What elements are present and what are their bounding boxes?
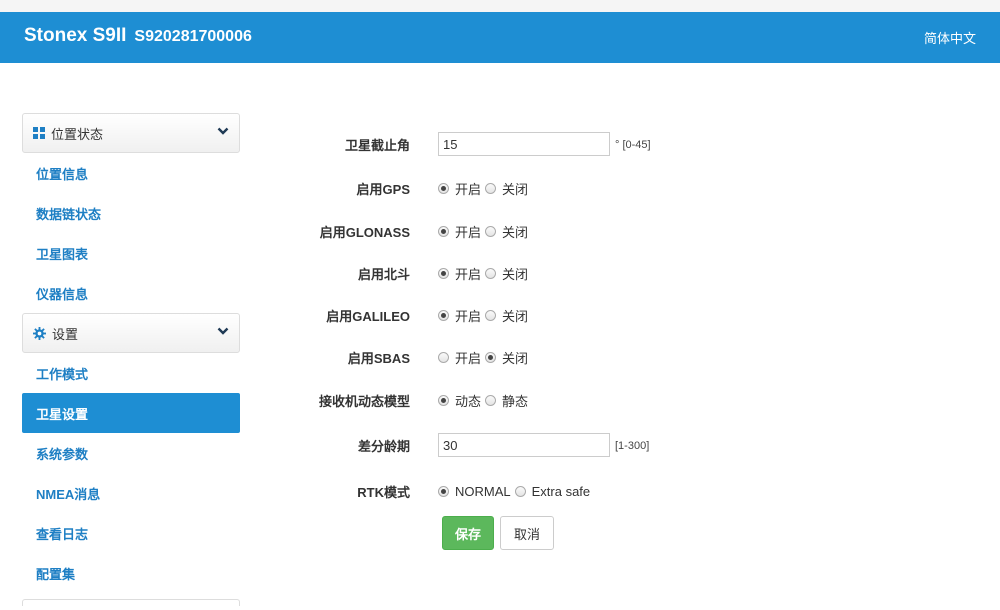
glonass-off-radio[interactable] [485, 225, 497, 237]
gps-on-label: 开启 [455, 181, 482, 197]
beidou-off-label: 关闭 [502, 266, 529, 282]
rtk-normal-radio[interactable] [438, 485, 449, 497]
chevron-down-icon [217, 325, 229, 340]
sbas-on-radio[interactable] [438, 351, 449, 363]
top-strip [0, 0, 1000, 12]
glonass-on-label: 开启 [455, 224, 482, 240]
device-model: Stonex S9II [24, 25, 127, 46]
form-row-rtk-mode: RTK模式 NORMAL Extra safe [0, 479, 1000, 503]
diff-age-label: 差分龄期 [357, 439, 410, 454]
rtk-extra-safe-label: Extra safe [531, 483, 591, 499]
form-row-galileo: 启用GALILEO 开启 关闭 [0, 303, 1000, 327]
static-label: 静态 [502, 393, 529, 409]
glonass-on-radio[interactable] [438, 225, 449, 237]
gps-label: 启用GPS [356, 182, 410, 197]
static-radio[interactable] [485, 394, 497, 406]
sidebar-item-config-sets[interactable]: 配置集 [22, 553, 240, 593]
dynamic-model-radio-group: 动态 静态 [438, 388, 532, 412]
rtk-extra-safe-radio[interactable] [514, 485, 526, 497]
gps-off-label: 关闭 [502, 181, 529, 197]
rtk-normal-label: NORMAL [455, 483, 511, 499]
form-actions: 保存 取消 [0, 516, 1000, 550]
app-header: Stonex S9II S920281700006 简体中文 [0, 12, 1000, 63]
galileo-label: 启用GALILEO [326, 309, 410, 324]
dynamic-label: 动态 [455, 393, 482, 409]
beidou-label: 启用北斗 [357, 267, 410, 282]
form-row-elevation-mask: 卫星截止角 ° [0-45] [0, 132, 1000, 156]
form-row-gps: 启用GPS 开启 关闭 [0, 176, 1000, 200]
elevation-mask-input[interactable] [438, 132, 610, 156]
glonass-radio-group: 开启 关闭 [438, 219, 532, 243]
galileo-off-radio[interactable] [485, 309, 497, 321]
diff-age-input[interactable] [438, 433, 610, 457]
form-row-sbas: 启用SBAS 开启 关闭 [0, 345, 1000, 369]
galileo-on-radio[interactable] [438, 309, 449, 321]
sbas-on-label: 开启 [455, 350, 482, 366]
galileo-on-label: 开启 [455, 308, 482, 324]
gps-radio-group: 开启 关闭 [438, 176, 532, 200]
gear-icon [33, 326, 46, 340]
save-button[interactable]: 保存 [442, 516, 494, 550]
form-row-diff-age: 差分龄期 [1-300] [0, 433, 1000, 457]
language-selector[interactable]: 简体中文 [924, 28, 976, 47]
gps-on-radio[interactable] [438, 182, 449, 194]
beidou-on-label: 开启 [455, 266, 482, 282]
beidou-radio-group: 开启 关闭 [438, 261, 532, 285]
galileo-radio-group: 开启 关闭 [438, 303, 532, 327]
form-row-glonass: 启用GLONASS 开启 关闭 [0, 219, 1000, 243]
gps-off-radio[interactable] [485, 182, 497, 194]
sbas-label: 启用SBAS [347, 351, 410, 366]
sbas-off-radio[interactable] [485, 351, 497, 363]
device-serial: S920281700006 [134, 28, 252, 45]
glonass-label: 启用GLONASS [319, 225, 410, 240]
form-row-beidou: 启用北斗 开启 关闭 [0, 261, 1000, 285]
elevation-mask-label: 卫星截止角 [344, 138, 410, 153]
elevation-mask-hint: ° [0-45] [615, 139, 651, 151]
diff-age-hint: [1-300] [615, 440, 650, 452]
glonass-off-label: 关闭 [502, 224, 529, 240]
dynamic-model-label: 接收机动态模型 [318, 394, 410, 409]
cancel-button[interactable]: 取消 [500, 516, 554, 550]
form-row-dynamic-model: 接收机动态模型 动态 静态 [0, 388, 1000, 412]
sbas-off-label: 关闭 [502, 350, 529, 366]
sbas-radio-group: 开启 关闭 [438, 345, 532, 369]
beidou-on-radio[interactable] [438, 267, 449, 279]
dynamic-radio[interactable] [438, 394, 449, 406]
rtk-mode-label: RTK模式 [357, 485, 410, 500]
sidebar-next-group-edge [22, 599, 240, 606]
beidou-off-radio[interactable] [485, 267, 497, 279]
brand: Stonex S9II S920281700006 [24, 25, 252, 47]
galileo-off-label: 关闭 [502, 308, 529, 324]
rtk-mode-radio-group: NORMAL Extra safe [438, 479, 594, 503]
